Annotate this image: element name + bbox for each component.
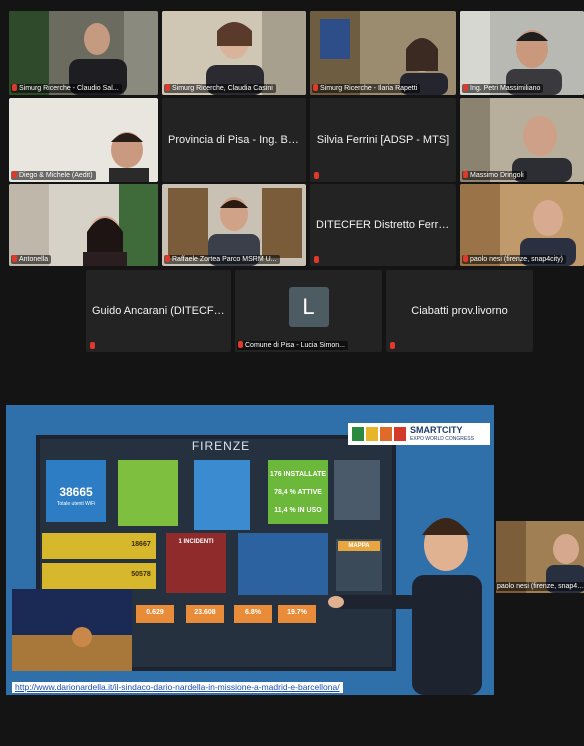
participant-tile-provincia-pisa[interactable]: Provincia di Pisa - Ing. Banti <box>162 98 306 182</box>
in-use-stat: 11,4 % IN USO <box>274 507 322 514</box>
participant-tile-claudio[interactable]: Simurg Ricerche - Claudio Sal... <box>9 11 158 95</box>
bottom-stat-1: 0.629 <box>146 609 164 616</box>
avatar: L <box>288 287 329 327</box>
active-stat: 78,4 % ATTIVE <box>274 489 322 496</box>
stat-b: 50578 <box>131 571 151 578</box>
participant-video <box>9 11 158 95</box>
mic-muted-icon <box>463 255 468 262</box>
participant-name: Guido Ancarani (DITECFER) <box>92 305 231 317</box>
participant-tile-ilaria[interactable]: Simurg Ricerche - Ilaria Rapetti <box>310 11 456 95</box>
mic-muted-icon <box>314 172 319 179</box>
mic-muted-icon <box>12 171 17 178</box>
participant-name-label: Simurg Ricerche - Claudio Sal... <box>11 84 122 93</box>
bottom-stat-2: 23.608 <box>194 609 216 616</box>
mappa-label: MAPPA <box>348 543 370 549</box>
participant-name-label: paolo nesi (firenze, snap4city) <box>462 255 566 264</box>
wifi-users-caption: Totale utenti WiFi <box>56 501 96 507</box>
participant-tile-petri[interactable]: Ing. Petri Massimiliano <box>460 11 584 95</box>
participant-name-label: paolo nesi (firenze, snap4city) <box>496 582 584 591</box>
participant-name-label: Ing. Petri Massimiliano <box>462 84 544 93</box>
shared-screen[interactable]: FIRENZE 38665 Totale utenti WiFi 176 INS… <box>6 405 494 695</box>
participant-tile-raffaele[interactable]: Raffaele Zortea Parco MSRM U... <box>162 184 306 266</box>
participant-name-label: Massimo Dringoli <box>462 171 527 180</box>
participant-name-label: Antonella <box>11 255 52 264</box>
dashboard-title: FIRENZE <box>191 439 251 453</box>
mic-muted-icon <box>390 342 395 349</box>
wifi-users-value: 38665 <box>59 485 93 499</box>
participant-name-label: Diego & Michele (Aedit) <box>11 171 96 180</box>
participant-name: DITECFER Distretto Ferrovi... <box>316 219 456 231</box>
participant-name: Provincia di Pisa - Ing. Banti <box>168 134 306 146</box>
stat-a: 18667 <box>131 541 151 548</box>
participant-tile-silvia-ferrini[interactable]: Silvia Ferrini [ADSP - MTS] <box>310 98 456 182</box>
participant-name-label: Simurg Ricerche - Ilaria Rapetti <box>312 84 421 93</box>
mic-muted-icon <box>314 256 319 263</box>
installed-stat: 176 INSTALLATE <box>269 471 327 478</box>
bottom-stat-4: 19.7% <box>287 609 307 616</box>
participant-name: Ciabatti prov.livorno <box>411 305 508 317</box>
incidents-stat: 1 INCIDENTI <box>178 539 214 545</box>
smartcity-logo-main: SMARTCITY <box>410 425 463 435</box>
mic-muted-icon <box>90 342 95 349</box>
mic-muted-icon <box>165 255 170 262</box>
bottom-stat-3: 6.8% <box>245 609 261 616</box>
participant-video <box>162 184 306 266</box>
mic-muted-icon <box>463 171 468 178</box>
participant-thumbnail-paolo-nesi[interactable]: paolo nesi (firenze, snap4city) <box>496 521 584 593</box>
presentation-url-link[interactable]: http://www.darionardella.it/il-sindaco-d… <box>12 682 343 693</box>
smartcity-logo-sub: EXPO WORLD CONGRESS <box>410 436 474 442</box>
participant-video <box>9 98 158 182</box>
participant-tile-diego-michele[interactable]: Diego & Michele (Aedit) <box>9 98 158 182</box>
participant-name-label: Comune di Pisa - Lucia Simon... <box>237 341 348 350</box>
participant-tile-guido-ancarani[interactable]: Guido Ancarani (DITECFER) <box>86 270 231 352</box>
participant-tile-paolo-nesi[interactable]: paolo nesi (firenze, snap4city) <box>460 184 584 266</box>
participant-name-label: Simurg Ricerche, Claudia Casini <box>164 84 276 93</box>
mic-muted-icon <box>165 84 170 91</box>
participant-tile-massimo[interactable]: Massimo Dringoli <box>460 98 584 182</box>
participant-name: Silvia Ferrini [ADSP - MTS] <box>316 134 450 146</box>
participant-tile-comune-pisa[interactable]: L Comune di Pisa - Lucia Simon... <box>235 270 382 352</box>
mic-muted-icon <box>12 84 17 91</box>
mic-muted-icon <box>238 341 243 348</box>
participant-video <box>460 98 584 182</box>
mic-muted-icon <box>463 84 468 91</box>
participant-tile-ciabatti[interactable]: Ciabatti prov.livorno <box>386 270 533 352</box>
mic-muted-icon <box>313 84 318 91</box>
participant-tile-antonella[interactable]: Antonella <box>9 184 158 266</box>
participant-video <box>460 11 584 95</box>
participant-video <box>310 11 456 95</box>
mic-muted-icon <box>12 255 17 262</box>
participant-tile-ditecfer[interactable]: DITECFER Distretto Ferrovi... <box>310 184 456 266</box>
participant-video <box>9 184 158 266</box>
participant-video <box>162 11 306 95</box>
participant-tile-claudia[interactable]: Simurg Ricerche, Claudia Casini <box>162 11 306 95</box>
participant-name-label: Raffaele Zortea Parco MSRM U... <box>164 255 280 264</box>
participant-video <box>460 184 584 266</box>
